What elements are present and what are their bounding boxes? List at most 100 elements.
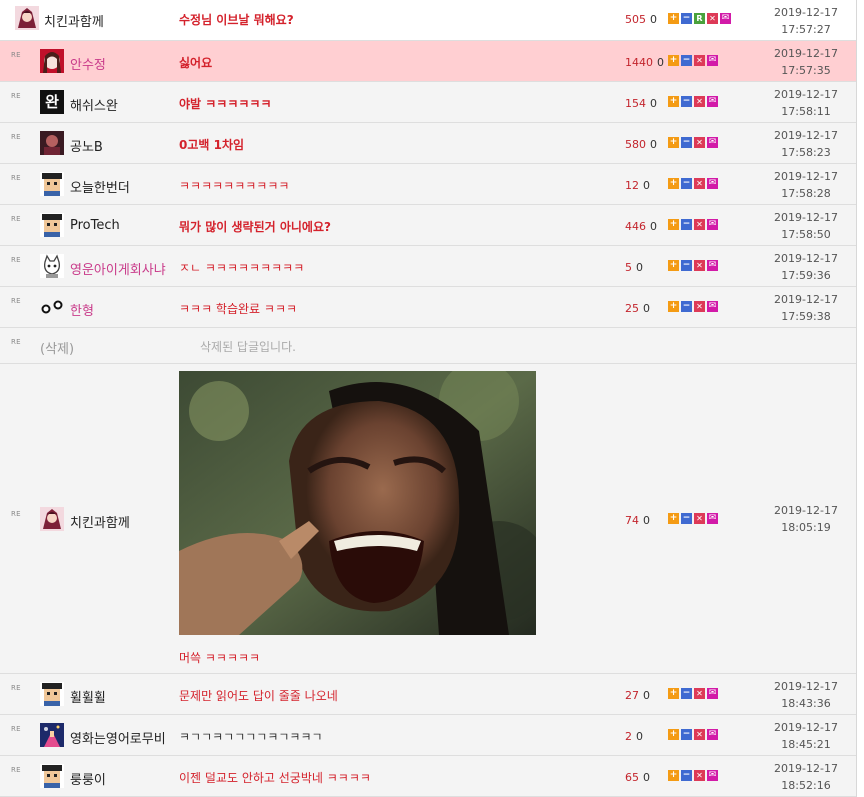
nickname-link[interactable]: 룽룽이 [70,769,106,788]
report-icon[interactable]: ✕ [694,513,705,524]
downvote-icon[interactable]: − [681,96,692,107]
report-icon[interactable]: ✕ [694,96,705,107]
downvote-count: 0 [650,97,657,110]
comment-text: ㅋㄱㄱㅋㄱㄱㄱㄱㅋㄱㅋㅋㄱ [179,730,323,744]
avatar[interactable] [40,723,64,747]
nickname-link[interactable]: 공노B [70,136,103,155]
date: 2019-12-17 [774,680,838,693]
message-icon[interactable]: ✉ [707,729,718,740]
timestamp: 2019-12-17 17:57:35 [760,45,852,79]
upvote-icon[interactable]: + [668,770,679,781]
message-icon[interactable]: ✉ [707,178,718,189]
avatar[interactable] [40,682,64,706]
upvote-icon[interactable]: + [668,13,679,24]
downvote-icon[interactable]: − [681,55,692,66]
nickname-link[interactable]: 한형 [70,300,94,319]
nickname-link[interactable]: 오늘한번더 [70,177,130,196]
avatar[interactable] [40,764,64,788]
report-icon[interactable]: ✕ [694,137,705,148]
nickname-link[interactable]: 안수정 [70,54,106,73]
upvote-count: 1440 [625,56,653,69]
comment-actions: + − R ✕ ✉ [668,13,731,24]
avatar[interactable] [40,172,64,196]
upvote-icon[interactable]: + [668,513,679,524]
timestamp: 2019-12-17 17:59:36 [760,250,852,284]
downvote-count: 0 [650,220,657,233]
avatar[interactable] [40,254,64,278]
reply-icon[interactable]: R [694,13,705,24]
upvote-icon[interactable]: + [668,729,679,740]
downvote-icon[interactable]: − [681,219,692,230]
comment-row-deleted: RE (삭제) 삭제된 답글입니다. [0,328,856,364]
avatar[interactable] [40,295,64,319]
nickname-link[interactable]: 치킨과함께 [70,512,130,531]
reply-marker: RE [11,510,21,518]
nickname-link[interactable]: ProTech [70,218,120,233]
comment-board: 치킨과함께 수정님 이브날 뭐해요? 505 0 + − R ✕ ✉ 2019-1… [0,0,857,797]
message-icon[interactable]: ✉ [720,13,731,24]
message-icon[interactable]: ✉ [707,301,718,312]
message-icon[interactable]: ✉ [707,219,718,230]
message-icon[interactable]: ✉ [707,513,718,524]
avatar[interactable] [40,507,64,531]
reply-marker: RE [11,297,21,305]
upvote-icon[interactable]: + [668,137,679,148]
downvote-icon[interactable]: − [681,301,692,312]
reply-marker: RE [11,766,21,774]
report-icon[interactable]: ✕ [694,688,705,699]
message-icon[interactable]: ✉ [707,55,718,66]
comment-text: 이젠 덜교도 안하고 선궁박네 ㅋㅋㅋㅋ [179,771,371,785]
avatar[interactable] [40,49,64,73]
nickname-link[interactable]: 영화는영어로무비 [70,728,166,747]
upvote-icon[interactable]: + [668,688,679,699]
meme-image[interactable] [179,371,536,635]
upvote-count: 74 [625,514,639,527]
avatar[interactable] [15,6,39,30]
upvote-icon[interactable]: + [668,219,679,230]
message-icon[interactable]: ✉ [707,688,718,699]
downvote-count: 0 [643,689,650,702]
nickname-link[interactable]: 휠휠휠 [70,687,106,706]
downvote-icon[interactable]: − [681,137,692,148]
upvote-count: 446 [625,220,646,233]
timestamp: 2019-12-17 17:58:50 [760,209,852,243]
message-icon[interactable]: ✉ [707,770,718,781]
downvote-icon[interactable]: − [681,178,692,189]
vote-counts: 50 [625,261,643,274]
report-icon[interactable]: ✕ [694,260,705,271]
downvote-icon[interactable]: − [681,729,692,740]
time: 17:58:50 [781,228,831,241]
upvote-icon[interactable]: + [668,55,679,66]
message-icon[interactable]: ✉ [707,137,718,148]
upvote-icon[interactable]: + [668,96,679,107]
report-icon[interactable]: ✕ [707,13,718,24]
reply-marker: RE [11,256,21,264]
downvote-icon[interactable]: − [681,513,692,524]
downvote-icon[interactable]: − [681,13,692,24]
report-icon[interactable]: ✕ [694,219,705,230]
upvote-icon[interactable]: + [668,301,679,312]
report-icon[interactable]: ✕ [694,301,705,312]
nickname-link[interactable]: 해쉬스완 [70,95,118,114]
message-icon[interactable]: ✉ [707,96,718,107]
avatar[interactable] [40,213,64,237]
avatar[interactable]: 완 [40,90,64,114]
upvote-count: 580 [625,138,646,151]
report-icon[interactable]: ✕ [694,178,705,189]
downvote-icon[interactable]: − [681,688,692,699]
report-icon[interactable]: ✕ [694,729,705,740]
nickname-link[interactable]: 영운아이게회사냐 [70,259,166,278]
vote-counts: 12 0 [625,179,650,192]
downvote-icon[interactable]: − [681,770,692,781]
nickname-link[interactable]: 치킨과함께 [44,11,104,30]
upvote-icon[interactable]: + [668,178,679,189]
avatar[interactable] [40,131,64,155]
vote-counts: 74 0 [625,514,650,527]
reply-marker: RE [11,133,21,141]
downvote-icon[interactable]: − [681,260,692,271]
report-icon[interactable]: ✕ [694,55,705,66]
upvote-icon[interactable]: + [668,260,679,271]
report-icon[interactable]: ✕ [694,770,705,781]
message-icon[interactable]: ✉ [707,260,718,271]
date: 2019-12-17 [774,170,838,183]
